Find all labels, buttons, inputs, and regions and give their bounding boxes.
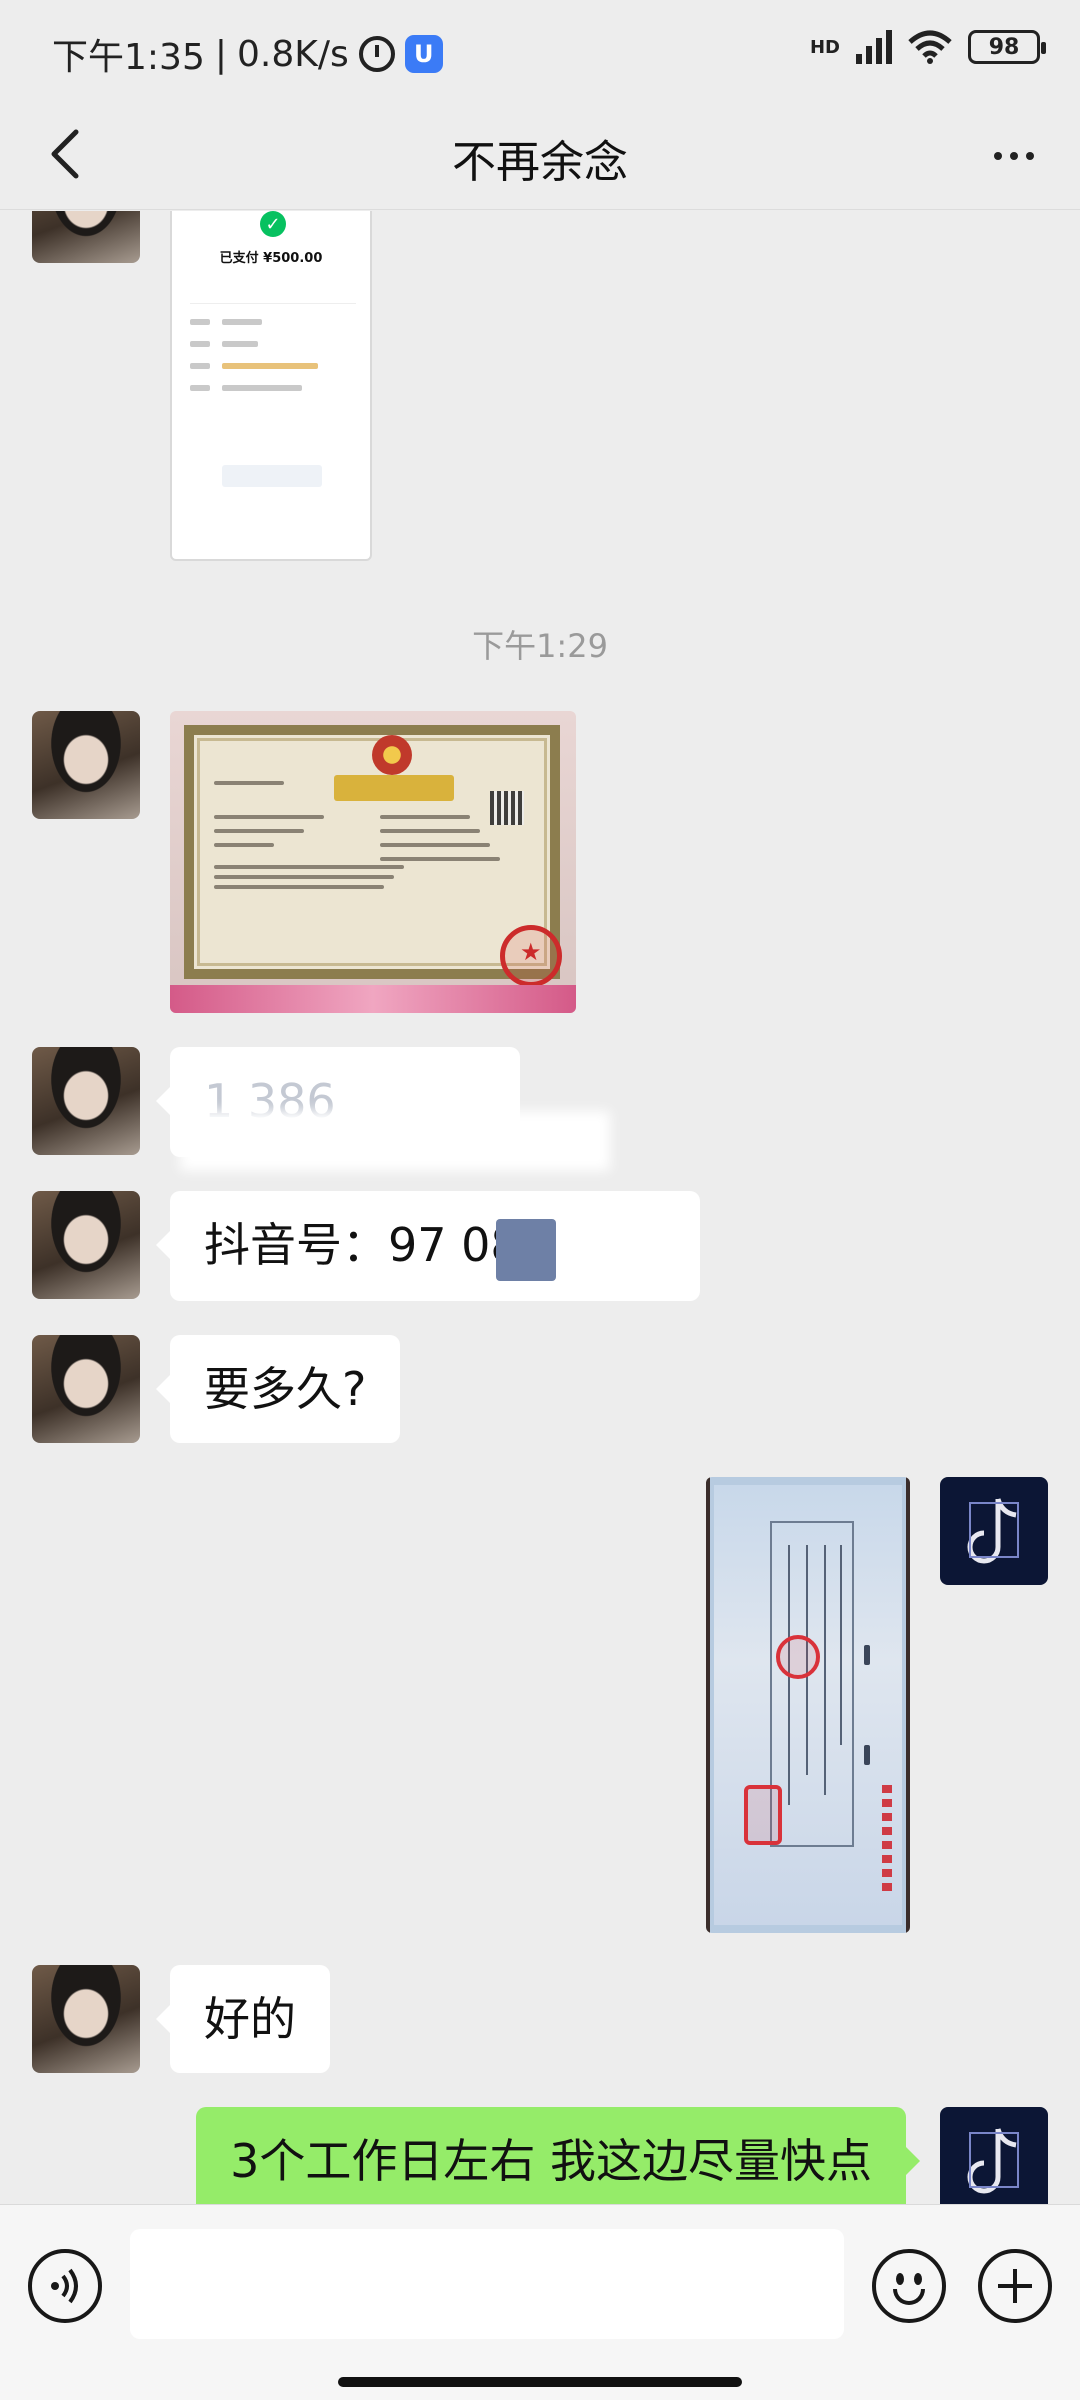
status-bar: 下午1:35 | 0.8K/s U HD 98 bbox=[0, 0, 1080, 100]
divider bbox=[190, 303, 356, 304]
business-license-image[interactable] bbox=[170, 711, 576, 1013]
license-text-line bbox=[214, 843, 274, 847]
status-time: 下午1:35 bbox=[52, 37, 205, 78]
license-title-graphic bbox=[334, 775, 454, 801]
battery-level: 98 bbox=[988, 34, 1020, 60]
license-text-line bbox=[380, 829, 480, 833]
receipt-title-char bbox=[864, 1645, 870, 1665]
wifi-icon bbox=[908, 30, 952, 64]
message-bubble[interactable]: 抖音号：97 086 bbox=[156, 1191, 700, 1301]
receipt-text-line bbox=[824, 1545, 826, 1795]
payment-screenshot-image[interactable]: ✓ 已支付 ¥500.00 bbox=[170, 211, 372, 561]
receipt-image[interactable] bbox=[706, 1477, 910, 1933]
payment-detail-row bbox=[190, 363, 360, 371]
check-icon: ✓ bbox=[260, 211, 286, 237]
license-text-line bbox=[214, 815, 324, 819]
payment-detail-row bbox=[190, 385, 360, 393]
more-functions-button[interactable] bbox=[978, 2249, 1052, 2323]
home-indicator[interactable] bbox=[338, 2377, 742, 2387]
message-list[interactable]: ✓ 已支付 ¥500.00 下午1:29 ★ 1 386 抖音号：97 086 … bbox=[0, 211, 1080, 2204]
app-notification-icon: U bbox=[404, 35, 443, 73]
contact-avatar[interactable] bbox=[32, 1965, 140, 2073]
battery-icon: 98 bbox=[968, 30, 1046, 64]
official-seal-icon bbox=[500, 925, 562, 987]
self-avatar[interactable] bbox=[940, 1477, 1048, 1585]
receipt-text-line bbox=[840, 1545, 842, 1745]
status-divider: | bbox=[214, 33, 227, 75]
license-text-line bbox=[214, 865, 404, 869]
tiktok-logo-icon bbox=[967, 2128, 1019, 2194]
contact-avatar[interactable] bbox=[32, 211, 140, 263]
tiktok-logo-icon bbox=[967, 1498, 1019, 1564]
license-text-line bbox=[214, 885, 384, 889]
message-timestamp: 下午1:29 bbox=[472, 627, 608, 665]
input-bar bbox=[0, 2204, 1080, 2400]
chat-header: 不再余念 bbox=[0, 100, 1080, 210]
red-stamp-icon bbox=[744, 1785, 782, 1845]
chat-title: 不再余念 bbox=[452, 137, 628, 188]
status-right: HD 98 bbox=[809, 30, 1046, 64]
contact-avatar[interactable] bbox=[32, 1047, 140, 1155]
voice-input-button[interactable] bbox=[28, 2249, 102, 2323]
more-button[interactable] bbox=[982, 128, 1046, 184]
contact-avatar[interactable] bbox=[32, 711, 140, 819]
license-photo-background bbox=[170, 985, 576, 1013]
alarm-icon bbox=[358, 36, 395, 72]
status-left: 下午1:35 | 0.8K/s U bbox=[52, 28, 443, 80]
emoji-icon bbox=[893, 2289, 925, 2305]
payment-amount: 已支付 ¥500.00 bbox=[219, 251, 323, 266]
license-text-line bbox=[380, 857, 500, 861]
message-bubble-outgoing[interactable]: 3个工作日左右 我这边尽量快点 bbox=[196, 2107, 920, 2204]
more-dot-icon bbox=[994, 152, 1002, 160]
payment-detail-row bbox=[190, 341, 360, 349]
contact-avatar[interactable] bbox=[32, 1191, 140, 1299]
emoji-icon bbox=[896, 2273, 904, 2285]
redaction-block bbox=[496, 1219, 556, 1281]
payment-done-button-image bbox=[222, 465, 322, 487]
message-input[interactable] bbox=[130, 2229, 844, 2339]
more-dot-icon bbox=[1010, 152, 1018, 160]
hd-label: HD bbox=[809, 36, 840, 58]
contact-avatar[interactable] bbox=[32, 1335, 140, 1443]
message-bubble[interactable]: 要多久? bbox=[155, 1335, 401, 1443]
license-text-line bbox=[214, 829, 304, 833]
emoji-icon bbox=[914, 2273, 922, 2285]
message-text: 要多久? bbox=[204, 1362, 367, 1416]
license-text-line bbox=[380, 815, 470, 819]
emoji-button[interactable] bbox=[872, 2249, 946, 2323]
voice-icon bbox=[51, 2268, 78, 2304]
receipt-paper bbox=[714, 1485, 902, 1925]
self-avatar[interactable] bbox=[940, 2107, 1048, 2204]
license-document bbox=[184, 725, 562, 987]
payment-detail-row bbox=[190, 319, 360, 327]
red-stamp-icon bbox=[776, 1635, 820, 1679]
message-bubble[interactable]: 好的 bbox=[156, 1965, 330, 2073]
license-text-line bbox=[380, 843, 490, 847]
license-text-line bbox=[214, 875, 394, 879]
qr-code-icon bbox=[490, 791, 524, 825]
receipt-title-char bbox=[864, 1745, 870, 1765]
message-text: 3个工作日左右 我这边尽量快点 bbox=[230, 2134, 872, 2188]
more-dot-icon bbox=[1026, 152, 1034, 160]
national-emblem-icon bbox=[372, 735, 412, 775]
signal-icon bbox=[856, 30, 892, 64]
receipt-serial-number bbox=[882, 1785, 892, 1895]
network-speed: 0.8K/s bbox=[236, 33, 349, 75]
blur-overlay bbox=[180, 1111, 610, 1171]
license-text-line bbox=[214, 781, 284, 785]
message-text: 好的 bbox=[204, 1992, 296, 2046]
